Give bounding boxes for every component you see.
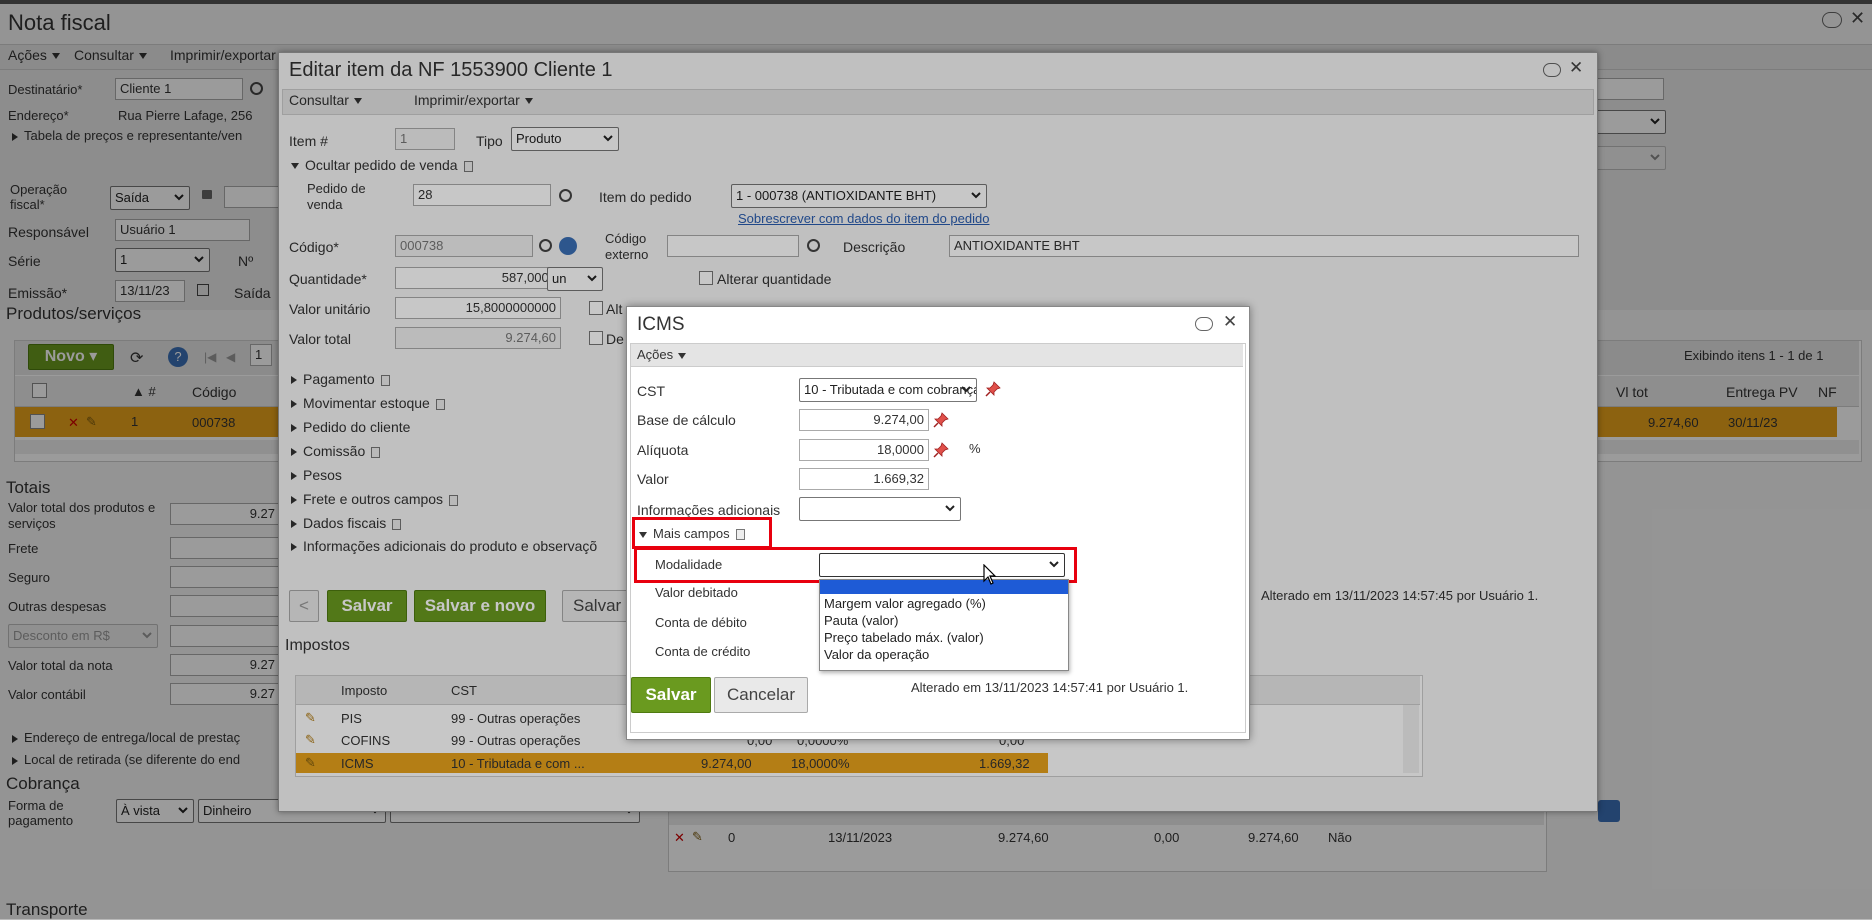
valor-label: Valor bbox=[637, 471, 669, 487]
close-icon[interactable]: ✕ bbox=[1223, 312, 1237, 332]
conta-credito-label: Conta de crédito bbox=[655, 644, 751, 659]
modalidade-select[interactable] bbox=[819, 553, 1065, 577]
icms-menubar bbox=[631, 344, 1243, 367]
modalidade-option-margem[interactable]: Margem valor agregado (%) bbox=[824, 596, 986, 611]
aliquota-label: Alíquota bbox=[637, 442, 689, 458]
base-calculo-label: Base de cálculo bbox=[637, 412, 736, 428]
modalidade-option-preco-tabelado[interactable]: Preço tabelado máx. (valor) bbox=[824, 630, 984, 645]
modalidade-dropdown-list: Margem valor agregado (%) Pauta (valor) … bbox=[819, 579, 1069, 671]
aliquota-field[interactable]: 18,0000 bbox=[799, 439, 929, 461]
modalidade-label: Modalidade bbox=[655, 557, 723, 572]
icms-salvar-button[interactable]: Salvar bbox=[631, 677, 711, 713]
icms-cancelar-button[interactable]: Cancelar bbox=[714, 677, 808, 713]
informacoes-adicionais-select[interactable] bbox=[799, 497, 961, 521]
cst-label: CST bbox=[637, 383, 665, 399]
mais-campos-toggle[interactable]: Mais campos bbox=[639, 526, 745, 541]
pin-icon[interactable] bbox=[985, 381, 1001, 397]
valor-field[interactable]: 1.669,32 bbox=[799, 468, 929, 490]
mouse-cursor-icon bbox=[983, 564, 997, 585]
modalidade-option-empty[interactable] bbox=[820, 580, 1068, 594]
pin-icon[interactable] bbox=[933, 442, 949, 458]
percent-label: % bbox=[969, 441, 981, 456]
modalidade-option-valor-operacao[interactable]: Valor da operação bbox=[824, 647, 929, 662]
base-calculo-field[interactable]: 9.274,00 bbox=[799, 409, 929, 431]
pin-icon[interactable] bbox=[933, 412, 949, 428]
icms-dialog: ICMS ✕ Ações CST 10 - Tributada e com co… bbox=[626, 306, 1250, 740]
icms-alterado-text: Alterado em 13/11/2023 14:57:41 por Usuá… bbox=[911, 680, 1189, 695]
cst-select[interactable]: 10 - Tributada e com cobrança de bbox=[799, 378, 977, 402]
valor-debitado-label: Valor debitado bbox=[655, 585, 738, 600]
menu-acoes[interactable]: Ações bbox=[637, 347, 687, 362]
conta-debito-label: Conta de débito bbox=[655, 615, 747, 630]
modalidade-option-pauta[interactable]: Pauta (valor) bbox=[824, 613, 898, 628]
comment-icon[interactable] bbox=[1195, 317, 1213, 331]
informacoes-adicionais-label: Informações adicionais bbox=[637, 502, 781, 518]
icms-dialog-title: ICMS bbox=[637, 314, 685, 335]
